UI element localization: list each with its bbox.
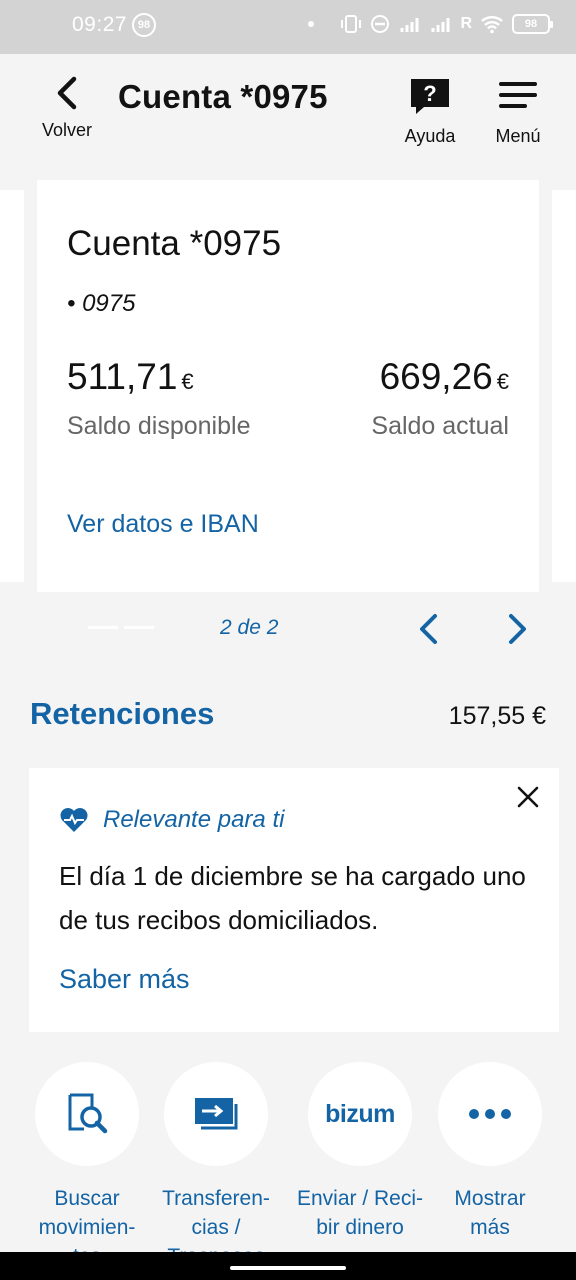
close-icon[interactable] — [515, 784, 541, 810]
wifi-icon — [481, 16, 503, 34]
available-currency: € — [181, 369, 194, 394]
current-balance: 669,26 € — [380, 356, 509, 398]
available-balance: 511,71 € — [67, 356, 194, 398]
battery-icon: 98 — [512, 14, 553, 34]
menu-button[interactable]: Menú — [488, 76, 548, 147]
action-label: Enviar / Reci- bir dinero — [296, 1187, 424, 1239]
notification-count-badge: 98 — [132, 13, 156, 37]
action-circle[interactable] — [164, 1062, 268, 1166]
pager-text: 2 de 2 — [220, 616, 279, 639]
chevron-left-icon — [57, 76, 77, 110]
relevant-notice-card: Relevante para ti El día 1 de diciembre … — [29, 768, 559, 1032]
current-balance-label: Saldo actual — [371, 412, 509, 440]
pager-indicator — [88, 626, 118, 629]
current-currency: € — [496, 369, 509, 394]
action-label: Mostrar más — [454, 1187, 526, 1239]
more-dots-icon — [469, 1109, 511, 1119]
retenciones-amount: 157,55 € — [448, 702, 546, 730]
account-number: • 0975 — [67, 290, 136, 317]
pager-indicator — [124, 626, 154, 629]
status-bar: 09:27 98 R 98 — [0, 0, 576, 54]
account-title: Cuenta *0975 — [67, 224, 282, 263]
hamburger-menu-icon — [499, 82, 537, 108]
help-bubble-icon: ? — [411, 79, 449, 114]
status-time: 09:27 — [72, 13, 128, 36]
bizum-action[interactable]: bizum Enviar / Reci- bir dinero — [290, 1062, 430, 1242]
back-button[interactable]: Volver — [38, 76, 96, 141]
do-not-disturb-icon — [371, 15, 390, 33]
transfers-action[interactable]: Transferen- cias / Traspasos — [146, 1062, 286, 1271]
notice-tag: Relevante para ti — [103, 806, 285, 833]
available-balance-value: 511,71 — [67, 356, 178, 397]
page-title: Cuenta *0975 — [118, 78, 328, 115]
home-gesture-handle[interactable] — [230, 1266, 346, 1270]
notice-text: El día 1 de diciembre se ha cargado uno … — [59, 861, 526, 935]
learn-more-link[interactable]: Saber más — [59, 964, 190, 995]
transfer-icon — [195, 1098, 238, 1130]
status-icons: R 98 — [308, 14, 553, 34]
search-movements-action[interactable]: Buscar movimien- tos — [17, 1062, 157, 1271]
prev-card-button[interactable] — [414, 612, 444, 646]
current-balance-value: 669,26 — [379, 356, 493, 397]
action-circle[interactable]: bizum — [308, 1062, 412, 1166]
action-circle[interactable] — [35, 1062, 139, 1166]
account-card: Cuenta *0975 • 0975 511,71 € 669,26 € Sald… — [37, 180, 539, 592]
back-label: Volver — [41, 120, 93, 140]
signal-icon — [431, 18, 450, 32]
next-card-button[interactable] — [502, 612, 532, 646]
retenciones-title[interactable]: Retenciones — [30, 696, 214, 732]
vibrate-icon — [341, 15, 362, 33]
help-button[interactable]: ? Ayuda — [400, 76, 460, 147]
menu-label: Menú — [495, 126, 541, 146]
available-balance-label: Saldo disponible — [67, 412, 251, 440]
quick-actions: Buscar movimien- tos Transferen- cias / … — [0, 1062, 576, 1268]
app-header: Volver Cuenta *0975 ? Ayuda Menú — [0, 54, 576, 184]
roaming-indicator: R — [460, 15, 472, 32]
notification-dot-icon — [308, 21, 315, 27]
action-circle[interactable] — [438, 1062, 542, 1166]
heart-pulse-icon — [60, 808, 88, 832]
next-card-peek[interactable] — [552, 190, 576, 582]
system-nav-bar — [0, 1252, 576, 1280]
signal-hd-icon — [400, 18, 419, 32]
previous-card-peek[interactable] — [0, 190, 24, 582]
show-more-action[interactable]: Mostrar más — [420, 1062, 560, 1242]
search-document-icon — [68, 1093, 108, 1134]
help-label: Ayuda — [404, 126, 456, 146]
carousel-pager: 2 de 2 — [0, 600, 576, 660]
svg-text:?: ? — [423, 81, 436, 106]
view-iban-link[interactable]: Ver datos e IBAN — [67, 510, 259, 539]
bizum-logo: bizum — [325, 1099, 395, 1128]
